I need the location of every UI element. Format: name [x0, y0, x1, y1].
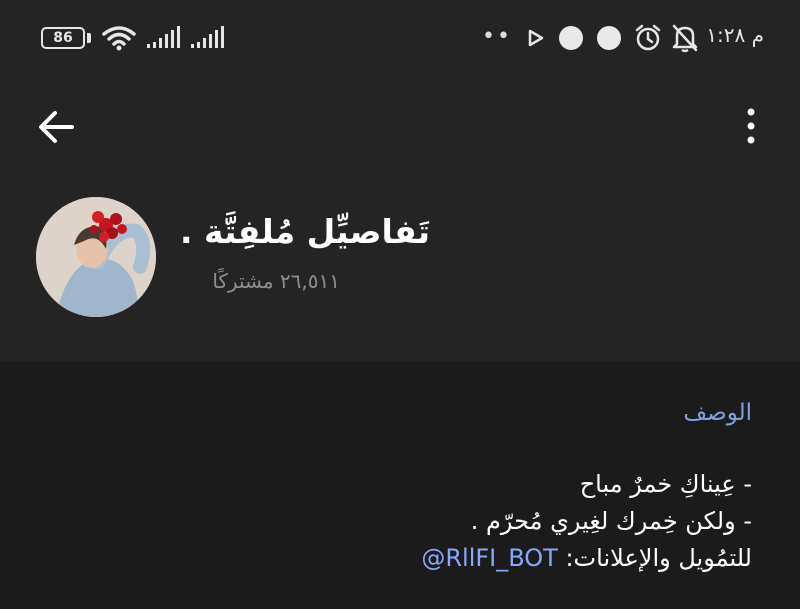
alarm-icon — [635, 24, 661, 51]
signal-icon — [191, 26, 224, 48]
channel-info-screen: 86 •• م ١:٢٨ تَفاصيِّل مُلفِتَّة . ٢٦,٥١… — [0, 0, 800, 609]
wifi-icon — [102, 26, 136, 51]
signal-icon — [147, 26, 180, 48]
avatar-photo — [36, 197, 156, 317]
battery-icon: 86 — [41, 27, 85, 49]
status-bar: 86 •• م ١:٢٨ — [0, 14, 800, 64]
more-notifications-icon: •• — [482, 24, 512, 49]
description-line: - عِيناكِ خمرٌ مباح — [579, 470, 752, 498]
notification-dot-icon — [597, 26, 621, 50]
notification-dot-icon — [559, 26, 583, 50]
subscriber-count: ٢٦,٥١١ مشتركًا — [212, 269, 340, 293]
description-text: - عِيناكِ خمرٌ مباح - ولكن خِمرك لغِيري … — [252, 466, 752, 577]
channel-title: تَفاصيِّل مُلفِتَّة . — [180, 212, 430, 251]
description-ads-line: للتمُويل والإعلانات: RllFI_BOT@ — [252, 540, 752, 577]
description-line: - ولكن خِمرك لغِيري مُحرّم . — [470, 507, 752, 535]
description-label: الوصف — [683, 400, 752, 426]
channel-avatar[interactable] — [36, 197, 156, 317]
clock-time: ١:٢٨ — [706, 23, 746, 47]
more-vert-icon[interactable] — [740, 106, 762, 146]
battery-tip — [87, 33, 91, 43]
channel-header: 86 •• م ١:٢٨ تَفاصيِّل مُلفِتَّة . ٢٦,٥١… — [0, 0, 800, 362]
clock-am-pm: م — [751, 23, 764, 47]
status-clock: م ١:٢٨ — [702, 23, 764, 47]
ads-prefix: للتمُويل والإعلانات: — [557, 544, 752, 572]
play-icon — [528, 29, 544, 47]
bot-username-link[interactable]: RllFI_BOT@ — [421, 544, 558, 572]
battery-level: 86 — [53, 30, 73, 46]
bell-off-icon — [672, 24, 698, 53]
back-arrow-icon[interactable] — [36, 107, 76, 147]
